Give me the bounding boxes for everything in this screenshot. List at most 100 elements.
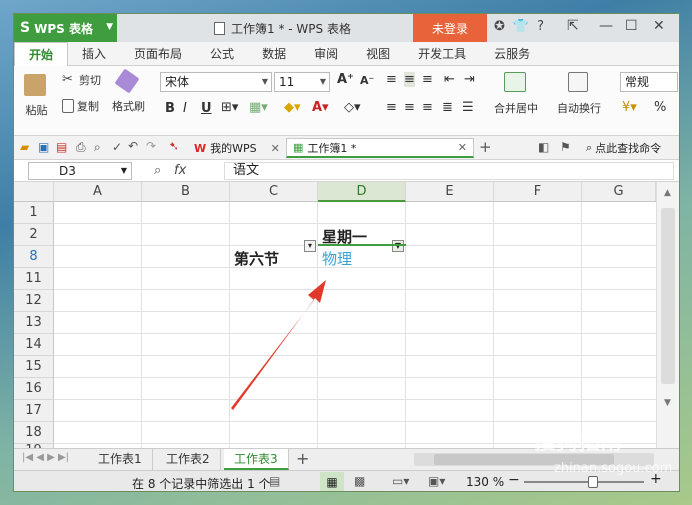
maximize-button[interactable]: ☐ <box>625 18 638 34</box>
open-folder-icon[interactable]: ▰ <box>20 140 29 154</box>
tab-insert[interactable]: 插入 <box>68 42 120 66</box>
zoom-level[interactable]: 130 % <box>466 475 504 489</box>
sheet-nav-icon[interactable]: |◀ ◀ ▶ ▶| <box>22 452 69 463</box>
fill-pattern-icon[interactable]: ▦▾ <box>249 100 268 115</box>
font-name-select[interactable]: 宋体 ▼ <box>160 72 272 92</box>
align-center-icon[interactable]: ≡ <box>404 100 415 115</box>
underline-button[interactable]: U <box>201 101 212 116</box>
row-header-15[interactable]: 15 <box>14 356 54 378</box>
clear-format-icon[interactable]: ◇▾ <box>344 100 361 115</box>
indent-decrease-icon[interactable]: ⇤ <box>444 72 455 87</box>
column-header-a[interactable]: A <box>54 182 142 202</box>
tab-data[interactable]: 数据 <box>248 42 300 66</box>
command-search[interactable]: ⌕ 点此查找命令 <box>586 140 661 156</box>
tab-home[interactable]: 开始 <box>14 42 69 66</box>
justify-icon[interactable]: ≣ <box>442 100 453 115</box>
page-layout-view-icon[interactable]: ▭▾ <box>392 474 409 488</box>
distributed-icon[interactable]: ☰ <box>462 100 474 115</box>
cell-c8[interactable]: 第六节 <box>234 248 279 269</box>
close-button[interactable]: ✕ <box>653 18 665 34</box>
skin-icon[interactable]: ✪ <box>494 19 505 34</box>
paste-button[interactable]: 粘贴 <box>24 74 49 118</box>
formula-input[interactable]: 语文 <box>224 162 674 180</box>
tab-page-layout[interactable]: 页面布局 <box>120 42 196 66</box>
tab-formulas[interactable]: 公式 <box>196 42 248 66</box>
zoom-out-button[interactable]: − <box>508 472 520 488</box>
font-color-icon[interactable]: A▾ <box>312 100 329 115</box>
cut-button[interactable]: ✂ 剪切 <box>62 72 101 88</box>
row-header-18[interactable]: 18 <box>14 422 54 444</box>
print-icon[interactable]: ⎙ <box>76 140 86 155</box>
currency-icon[interactable]: ¥▾ <box>622 100 637 115</box>
column-header-g[interactable]: G <box>582 182 656 202</box>
tab-cloud[interactable]: 云服务 <box>480 42 544 66</box>
scroll-up-icon[interactable]: ▲ <box>664 188 671 198</box>
align-middle-icon[interactable]: ≡ <box>404 72 415 87</box>
row-header-11[interactable]: 11 <box>14 268 54 290</box>
help-icon[interactable]: ? <box>537 19 544 34</box>
add-sheet-icon[interactable]: + <box>296 449 309 468</box>
print-preview-icon[interactable]: ⌕ <box>94 140 101 155</box>
border-icon[interactable]: ⊞▾ <box>221 100 238 115</box>
row-header-1[interactable]: 1 <box>14 202 54 224</box>
undo-icon[interactable]: ↶ <box>128 139 138 153</box>
restore-ribbon-icon[interactable]: ⇱ <box>567 18 579 34</box>
align-top-icon[interactable]: ≡ <box>386 72 397 87</box>
column-header-b[interactable]: B <box>142 182 230 202</box>
scroll-down-icon[interactable]: ▼ <box>664 398 671 408</box>
vertical-scroll-thumb[interactable] <box>661 208 675 384</box>
vertical-scrollbar[interactable]: ▲ ▼ <box>656 182 679 448</box>
indent-increase-icon[interactable]: ⇥ <box>464 72 475 87</box>
column-header-c[interactable]: C <box>230 182 318 202</box>
fx-icon[interactable]: fx <box>174 163 186 178</box>
filter-active-icon[interactable]: ▼ <box>392 240 404 252</box>
pin-icon[interactable]: ➷ <box>169 139 179 153</box>
align-right-icon[interactable]: ≡ <box>422 100 433 115</box>
number-format-select[interactable]: 常规 <box>620 72 678 92</box>
row-header-8[interactable]: 8 <box>14 246 54 268</box>
merge-center-button[interactable]: 合并居中 <box>494 72 538 116</box>
app-menu-button[interactable]: S WPS 表格 ▼ <box>14 14 117 42</box>
row-header-12[interactable]: 12 <box>14 290 54 312</box>
wrap-text-button[interactable]: 自动换行 <box>557 72 601 116</box>
align-bottom-icon[interactable]: ≡ <box>422 72 433 87</box>
name-box[interactable]: D3 ▼ <box>28 162 132 180</box>
spellcheck-icon[interactable]: ✓ <box>112 140 122 154</box>
close-icon[interactable]: ✕ <box>458 141 467 154</box>
tab-view[interactable]: 视图 <box>352 42 404 66</box>
cell-d8[interactable]: 物理 <box>322 248 352 269</box>
normal-view-icon[interactable]: ▦ <box>320 472 344 491</box>
tab-developer[interactable]: 开发工具 <box>404 42 480 66</box>
new-tab-icon[interactable]: + <box>479 138 492 156</box>
shirt-icon[interactable]: 👕 <box>513 19 529 34</box>
export-pdf-icon[interactable]: ▤ <box>56 140 67 154</box>
italic-button[interactable]: I <box>183 101 187 116</box>
row-header-14[interactable]: 14 <box>14 334 54 356</box>
row-header-16[interactable]: 16 <box>14 378 54 400</box>
column-header-d[interactable]: D <box>318 182 406 202</box>
close-icon[interactable]: ✕ <box>271 142 280 155</box>
reading-mode-icon[interactable]: ▣▾ <box>428 474 445 488</box>
copy-button[interactable]: 复制 <box>62 98 99 114</box>
align-left-icon[interactable]: ≡ <box>386 100 397 115</box>
column-header-f[interactable]: F <box>494 182 582 202</box>
font-size-select[interactable]: 11 ▼ <box>274 72 330 92</box>
page-break-view-icon[interactable]: ▩ <box>354 474 365 488</box>
sheet-tab-2[interactable]: 工作表2 <box>156 449 221 470</box>
sheet-tab-1[interactable]: 工作表1 <box>88 449 153 470</box>
redo-icon[interactable]: ↷ <box>146 139 156 153</box>
column-header-e[interactable]: E <box>406 182 494 202</box>
status-doc-icon[interactable]: ▤ <box>269 474 280 488</box>
row-header-17[interactable]: 17 <box>14 400 54 422</box>
tab-mywps[interactable]: W 我的WPS ✕ <box>188 138 286 158</box>
percent-button[interactable]: % <box>654 100 666 115</box>
flag-icon[interactable]: ⚑ <box>560 140 571 154</box>
zoom-search-icon[interactable]: ⌕ <box>154 163 161 178</box>
filter-dropdown-c2[interactable]: ▾ <box>304 240 316 252</box>
login-button[interactable]: 未登录 <box>413 14 487 42</box>
increase-font-icon[interactable]: A⁺ <box>337 72 354 87</box>
minimize-button[interactable]: — <box>599 18 613 34</box>
fill-color-icon[interactable]: ◆▾ <box>284 100 301 115</box>
sheet-tab-3[interactable]: 工作表3 <box>224 449 289 470</box>
row-header-2[interactable]: 2 <box>14 224 54 246</box>
